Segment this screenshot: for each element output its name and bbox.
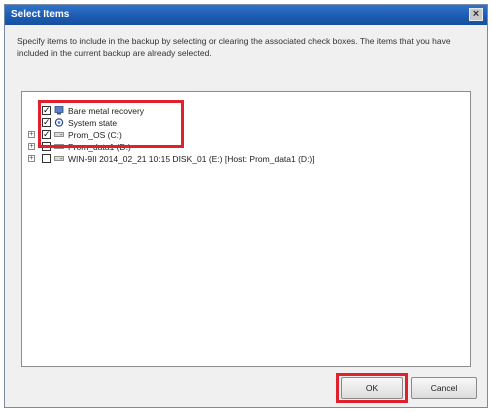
dialog-titlebar[interactable]: Select Items × (5, 5, 487, 25)
ok-button-highlight (336, 373, 408, 403)
expand-icon[interactable]: + (28, 155, 35, 162)
cancel-button[interactable]: Cancel (411, 377, 477, 399)
expand-icon[interactable]: + (28, 131, 35, 138)
tree-item-win-disk[interactable]: + WIN-9II 2014_02_21 10:15 DISK_01 (E:) … (28, 154, 458, 166)
expand-icon[interactable]: + (28, 143, 35, 150)
win-disk-checkbox[interactable] (42, 154, 51, 163)
instructions-text: Specify items to include in the backup b… (17, 36, 451, 58)
tree-item-label: WIN-9II 2014_02_21 10:15 DISK_01 (E:) [H… (68, 154, 315, 164)
close-icon[interactable]: × (469, 8, 483, 21)
items-tree[interactable]: ✓ Bare metal recovery ✓ System state + ✓ (21, 91, 471, 367)
drive-icon (54, 156, 64, 161)
dialog-title: Select Items (11, 9, 70, 20)
checked-items-highlight (38, 100, 184, 148)
select-items-dialog: Select Items × Specify items to include … (4, 4, 488, 408)
